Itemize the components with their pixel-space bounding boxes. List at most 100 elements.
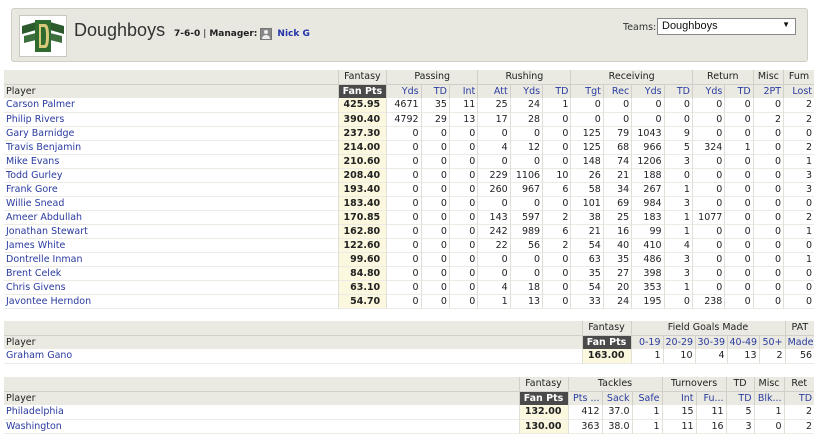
defense-group-header-blank (4, 377, 519, 392)
table-row: Philadelphia 132.00 412 37.0 1 15 11 5 1 2 (4, 405, 815, 419)
fan-pts-cell: 84.80 (337, 266, 387, 280)
stat-cell: 0 (448, 154, 478, 168)
kicker-column-header[interactable]: 40-49 (726, 335, 759, 349)
offense-column-header[interactable]: Tgt (570, 84, 604, 98)
stat-cell: 0 (477, 126, 511, 140)
table-row: Todd Gurley 208.40 0 0 0 229 1106 10 26 21 188 0 0 0 0… (4, 168, 814, 182)
player-link[interactable]: Travis Benjamin (6, 142, 81, 153)
offense-column-header[interactable]: Fan Pts (337, 84, 387, 98)
offense-column-header[interactable]: Yds (386, 84, 422, 98)
team-header: Doughboys 7-6-0 | Manager: Nick G Teams:… (11, 8, 808, 62)
defense-column-header[interactable]: Int (661, 391, 697, 405)
player-cell: Philadelphia (4, 405, 519, 419)
stat-cell: 4 (477, 280, 511, 294)
offense-column-header[interactable]: TD (724, 84, 754, 98)
offense-column-header[interactable]: Yds (631, 84, 665, 98)
kicker-column-header[interactable]: Made (784, 335, 815, 349)
defense-column-header[interactable]: Fan Pts (518, 391, 568, 405)
kicker-group-header-blank (4, 321, 582, 336)
stat-cell: 0 (386, 252, 422, 266)
defense-group-header: Turnovers (661, 377, 727, 392)
stat-cell: 0 (448, 126, 478, 140)
fan-pts-cell: 237.30 (337, 126, 387, 140)
defense-column-header[interactable]: Safe (631, 391, 663, 405)
offense-column-header[interactable]: Int (448, 84, 478, 98)
player-link[interactable]: James White (6, 240, 65, 251)
stat-cell: 143 (477, 210, 511, 224)
stat-cell: 0 (691, 112, 725, 126)
stat-cell: 4 (663, 238, 693, 252)
offense-column-header[interactable]: Lost (783, 84, 814, 98)
teams-select[interactable]: Doughboys ▼ (657, 18, 796, 35)
table-row: James White 122.60 0 0 0 22 56 2 54 40 410 4 0 0 0 0 (4, 238, 814, 252)
fan-pts-cell: 54.70 (337, 294, 387, 308)
stat-cell: 148 (570, 154, 604, 168)
player-link[interactable]: Brent Celek (6, 268, 61, 279)
stat-cell: 967 (509, 182, 543, 196)
table-row: Washington 130.00 363 38.0 1 11 16 3 0 2 (4, 419, 815, 433)
stat-cell: 966 (631, 140, 665, 154)
kicker-column-header[interactable]: Fan Pts (581, 335, 631, 349)
stat-cell: 1 (631, 419, 663, 433)
team-meta: 7-6-0 | Manager: Nick G (174, 28, 310, 40)
stat-cell: 3 (663, 266, 693, 280)
offense-column-header[interactable]: Att (477, 84, 511, 98)
stat-cell: 2 (783, 140, 814, 154)
player-link[interactable]: Todd Gurley (6, 170, 62, 181)
stat-cell: 3 (783, 182, 814, 196)
fan-pts-cell: 183.40 (337, 196, 387, 210)
player-link[interactable]: Carson Palmer (6, 99, 75, 110)
player-link[interactable]: Mike Evans (6, 156, 59, 167)
player-link[interactable]: Ameer Abdullah (6, 212, 82, 223)
stat-cell: 101 (570, 196, 604, 210)
offense-column-header[interactable]: Yds (509, 84, 543, 98)
player-link[interactable]: Willie Snead (6, 198, 64, 209)
stat-cell: 0 (420, 196, 450, 210)
player-link[interactable]: Javontee Herndon (6, 296, 91, 307)
stat-cell: 0 (448, 252, 478, 266)
defense-column-header[interactable]: Fu... (695, 391, 727, 405)
defense-column-header[interactable]: Sack (601, 391, 632, 405)
stat-cell: 10 (542, 168, 571, 182)
player-link[interactable]: Philadelphia (6, 406, 64, 417)
player-link[interactable]: Philip Rivers (6, 114, 64, 125)
offense-column-header[interactable]: Yds (691, 84, 725, 98)
player-cell: Javontee Herndon (4, 294, 338, 308)
stat-cell: 0 (724, 154, 754, 168)
stat-cell: 0 (448, 224, 478, 238)
stat-cell: 0 (420, 224, 450, 238)
stat-cell: 0 (386, 182, 422, 196)
player-link[interactable]: Washington (6, 421, 62, 432)
defense-column-header[interactable]: TD (783, 391, 815, 405)
player-link[interactable]: Chris Givens (6, 282, 66, 293)
defense-column-header[interactable]: Blk... (753, 391, 785, 405)
stat-cell: 0 (691, 182, 725, 196)
stat-cell: 0 (752, 238, 784, 252)
stat-cell: 2 (783, 98, 814, 112)
kicker-column-header[interactable]: 0-19 (630, 335, 663, 349)
offense-column-header[interactable]: 2PT (752, 84, 784, 98)
player-link[interactable]: Dontrelle Inman (6, 254, 82, 265)
player-link[interactable]: Gary Barnidge (6, 128, 74, 139)
defense-column-header[interactable]: TD (725, 391, 755, 405)
stat-cell: 1 (783, 252, 814, 266)
player-link[interactable]: Graham Gano (6, 350, 72, 361)
player-cell: Chris Givens (4, 280, 338, 294)
player-link[interactable]: Jonathan Stewart (6, 226, 88, 237)
offense-column-header[interactable]: Rec (602, 84, 632, 98)
stat-cell: 0 (602, 98, 632, 112)
defense-column-header[interactable]: Pts ... (567, 391, 602, 405)
player-link[interactable]: Frank Gore (6, 184, 58, 195)
stat-cell: 9 (663, 126, 693, 140)
stat-cell: 1 (542, 98, 571, 112)
kicker-column-header[interactable]: 30-39 (694, 335, 727, 349)
offense-column-header[interactable]: TD (663, 84, 693, 98)
kicker-column-header[interactable]: 20-29 (662, 335, 695, 349)
offense-column-header[interactable]: TD (542, 84, 571, 98)
offense-column-header[interactable]: TD (420, 84, 450, 98)
stat-cell: 0 (542, 196, 571, 210)
kicker-column-header[interactable]: 50+ (758, 335, 786, 349)
table-row: Mike Evans 210.60 0 0 0 0 0 0 148 74 1206 3 0 0 0 1 (4, 154, 814, 168)
manager-link[interactable]: Nick G (277, 29, 309, 39)
stat-cell: 1 (477, 294, 511, 308)
